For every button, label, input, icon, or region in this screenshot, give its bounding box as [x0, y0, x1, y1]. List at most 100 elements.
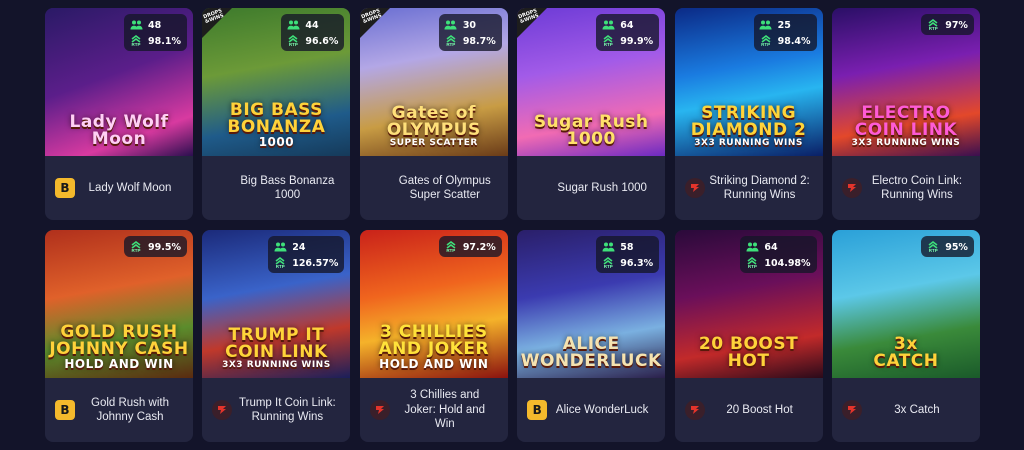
game-thumbnail[interactable]: Sugar Rush 1000 DROPS &WINS 64 RTP 99.9% [517, 8, 666, 156]
game-thumbnail[interactable]: ALICE WONDERLUCK 58 RTP 96.3% [517, 230, 666, 378]
rtp-value: 97% [945, 19, 968, 31]
game-stats-panel: RTP 99.5% [124, 236, 187, 257]
game-card[interactable]: 3 CHILLIES AND JOKER HOLD AND WIN RTP 97.2% 3… [359, 230, 508, 442]
rtp-icon: RTP [129, 241, 143, 253]
players-icon [286, 19, 300, 31]
rtp-value: 96.3% [620, 257, 654, 269]
drops-and-wins-badge: DROPS &WINS [202, 8, 233, 38]
game-card[interactable]: Lady Wolf Moon 48 RTP 98.1% B Lady Wolf Moon [45, 8, 193, 220]
game-info-bar: Gates of Olympus Super Scatter [360, 156, 508, 220]
game-stats-panel: RTP 95% [921, 236, 974, 257]
rtp-icon: RTP [745, 257, 759, 269]
game-card[interactable]: GOLD RUSH JOHNNY CASH HOLD AND WIN RTP 99.5%… [45, 230, 193, 442]
game-thumbnail[interactable]: 20 BOOST HOT 64 RTP 104.98% [674, 230, 823, 378]
game-info-bar: Sugar Rush 1000 [517, 156, 665, 220]
rtp-icon: RTP [129, 35, 143, 47]
game-info-bar: B Alice WonderLuck [517, 378, 665, 442]
game-card[interactable]: Gates of OLYMPUS SUPER SCATTER DROPS &WINS 30… [359, 8, 508, 220]
game-logo-art: Sugar Rush 1000 [533, 112, 649, 149]
game-thumbnail[interactable]: TRUMP IT COIN LINK 3X3 RUNNING WINS 24 RTP 12… [202, 230, 351, 378]
game-thumbnail[interactable]: STRIKING DIAMOND 2 3X3 RUNNING WINS 25 RTP 98… [674, 8, 823, 156]
players-count: 30 [462, 19, 477, 31]
game-thumbnail[interactable]: Lady Wolf Moon 48 RTP 98.1% [45, 8, 193, 156]
game-logo-art: ALICE WONDERLUCK [520, 334, 662, 371]
game-info-bar: Electro Coin Link: Running Wins [832, 156, 980, 220]
players-icon [759, 19, 773, 31]
game-card[interactable]: STRIKING DIAMOND 2 3X3 RUNNING WINS 25 RTP 98… [674, 8, 823, 220]
game-title[interactable]: Sugar Rush 1000 [547, 181, 653, 196]
game-title[interactable]: 20 Boost Hot [705, 403, 811, 418]
game-stats-panel: 64 RTP 104.98% [740, 236, 817, 273]
game-title[interactable]: Lady Wolf Moon [75, 181, 181, 196]
provider-logo-icon [684, 400, 705, 420]
game-title[interactable]: Trump It Coin Link: Running Wins [232, 396, 338, 425]
game-title[interactable]: Alice WonderLuck [547, 403, 653, 418]
players-count: 44 [305, 19, 319, 31]
players-icon [601, 19, 615, 31]
game-stats-panel: 25 RTP 98.4% [753, 14, 817, 51]
rtp-icon: RTP [926, 241, 940, 253]
provider-logo-icon: B [55, 178, 75, 198]
game-stats-panel: RTP 97.2% [438, 236, 502, 257]
players-count: 48 [148, 19, 162, 31]
rtp-value: 98.1% [148, 35, 181, 47]
game-stats-panel: 48 RTP 98.1% [124, 14, 187, 51]
game-thumbnail[interactable]: 3x CATCH RTP 95% [831, 230, 980, 378]
game-logo-art: STRIKING DIAMOND 2 3X3 RUNNING WINS [690, 103, 807, 148]
rtp-value: 96.6% [305, 35, 339, 47]
rtp-icon: RTP [273, 257, 287, 269]
game-stats-panel: RTP 97% [921, 14, 974, 35]
players-count: 64 [764, 241, 778, 253]
game-card[interactable]: TRUMP IT COIN LINK 3X3 RUNNING WINS 24 RTP 12… [202, 230, 351, 442]
rtp-icon: RTP [759, 35, 773, 47]
provider-logo-icon [212, 400, 233, 420]
rtp-value: 97.2% [462, 241, 496, 253]
game-card[interactable]: ELECTRO COIN LINK 3X3 RUNNING WINS RTP 97% El… [831, 8, 980, 220]
game-card[interactable]: ALICE WONDERLUCK 58 RTP 96.3% B Alice WonderLu… [517, 230, 666, 442]
game-title[interactable]: Electro Coin Link: Running Wins [862, 174, 968, 203]
game-card[interactable]: BIG BASS BONANZA 1000 DROPS &WINS 44 RTP 96.6% B… [202, 8, 351, 220]
game-title[interactable]: Striking Diamond 2: Running Wins [705, 174, 811, 203]
game-info-bar: Striking Diamond 2: Running Wins [675, 156, 823, 220]
game-thumbnail[interactable]: GOLD RUSH JOHNNY CASH HOLD AND WIN RTP 99.5% [45, 230, 193, 378]
game-logo-art: BIG BASS BONANZA 1000 [227, 100, 326, 149]
provider-logo-icon: B [527, 400, 548, 420]
game-stats-panel: 30 RTP 98.7% [438, 14, 502, 51]
rtp-value: 99.9% [620, 35, 654, 47]
game-info-bar: Big Bass Bonanza 1000 [202, 156, 350, 220]
game-title[interactable]: 3 Chillies and Joker: Hold and Win [390, 388, 496, 432]
game-thumbnail[interactable]: ELECTRO COIN LINK 3X3 RUNNING WINS RTP 97% [831, 8, 980, 156]
game-thumbnail[interactable]: 3 CHILLIES AND JOKER HOLD AND WIN RTP 97.2% [359, 230, 508, 378]
drops-and-wins-badge: DROPS &WINS [517, 8, 548, 38]
rtp-value: 126.57% [292, 257, 339, 269]
rtp-value: 99.5% [148, 241, 181, 253]
game-logo-art: Lady Wolf Moon [69, 112, 169, 149]
provider-logo-icon [684, 178, 705, 198]
game-card[interactable]: 20 BOOST HOT 64 RTP 104.98% 20 Boost Hot [674, 230, 823, 442]
players-icon [745, 241, 759, 253]
game-card[interactable]: Sugar Rush 1000 DROPS &WINS 64 RTP 99.9% Sugar … [517, 8, 666, 220]
players-count: 25 [777, 19, 791, 31]
players-icon [444, 19, 458, 31]
game-title[interactable]: Gates of Olympus Super Scatter [390, 174, 496, 203]
players-icon [129, 19, 143, 31]
game-thumbnail[interactable]: BIG BASS BONANZA 1000 DROPS &WINS 44 RTP 96.6% [202, 8, 351, 156]
game-info-bar: 3x Catch [832, 378, 980, 442]
game-logo-art: TRUMP IT COIN LINK 3X3 RUNNING WINS [222, 325, 331, 370]
game-card[interactable]: 3x CATCH RTP 95% 3x Catch [831, 230, 980, 442]
game-title[interactable]: 3x Catch [862, 403, 968, 418]
rtp-icon: RTP [444, 241, 458, 253]
rtp-icon: RTP [444, 35, 458, 47]
game-logo-art: 3x CATCH [873, 334, 939, 371]
game-stats-panel: 44 RTP 96.6% [281, 14, 345, 51]
game-title[interactable]: Gold Rush with Johnny Cash [75, 396, 181, 425]
game-thumbnail[interactable]: Gates of OLYMPUS SUPER SCATTER DROPS &WINS 30… [359, 8, 508, 156]
game-logo-art: 3 CHILLIES AND JOKER HOLD AND WIN [378, 322, 490, 371]
game-info-bar: 20 Boost Hot [675, 378, 823, 442]
game-logo-art: GOLD RUSH JOHNNY CASH HOLD AND WIN [49, 322, 189, 371]
rtp-value: 95% [945, 241, 968, 253]
game-title[interactable]: Big Bass Bonanza 1000 [232, 174, 338, 203]
rtp-value: 98.4% [777, 35, 811, 47]
players-icon [273, 241, 287, 253]
rtp-icon: RTP [926, 19, 940, 31]
